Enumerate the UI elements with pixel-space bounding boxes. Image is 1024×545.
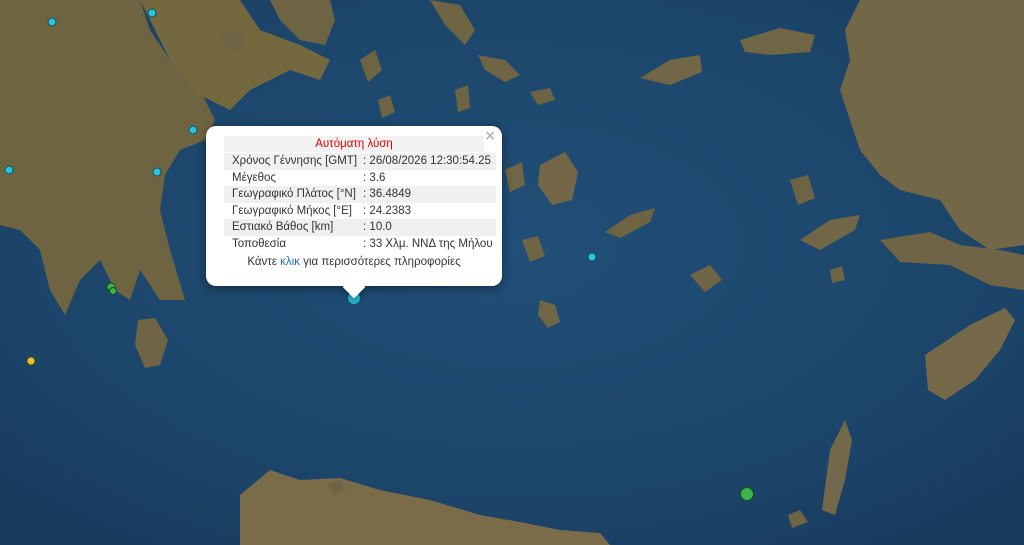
info-label: Μέγεθος bbox=[232, 171, 276, 184]
quake-marker-green-large[interactable] bbox=[740, 487, 754, 501]
info-row-latitude: Γεωγραφικό Πλάτος [°N] : 36.4849 bbox=[224, 186, 496, 203]
info-row-magnitude: Μέγεθος : 3.6 bbox=[224, 170, 496, 187]
info-row-origin-time: Χρόνος Γέννησης [GMT] : 26/08/2026 12:30… bbox=[224, 153, 496, 170]
info-value: : 36.4849 bbox=[360, 186, 496, 203]
info-value: : 10.0 bbox=[360, 219, 496, 236]
info-row-longitude: Γεωγραφικό Μήκος [°E] : 24.2383 bbox=[224, 203, 496, 220]
more-info-line: Κάντε κλικ για περισσότερες πληροφορίες bbox=[224, 254, 484, 270]
quake-marker-cyan[interactable] bbox=[147, 8, 157, 18]
info-value: : 33 Χλμ. ΝΝΔ της Μήλου bbox=[363, 237, 493, 250]
quake-marker-cyan[interactable] bbox=[4, 165, 14, 175]
info-label: Εστιακό Βάθος [km] bbox=[224, 219, 361, 236]
quake-marker-green[interactable] bbox=[109, 287, 117, 295]
more-info-link[interactable]: κλικ bbox=[280, 256, 300, 268]
quake-marker-yellow[interactable] bbox=[26, 356, 36, 366]
info-row-location: Τοποθεσία : 33 Χλμ. ΝΝΔ της Μήλου bbox=[224, 236, 496, 253]
info-label: Τοποθεσία bbox=[232, 237, 286, 250]
quake-info-popup: × Αυτόματη λύση Χρόνος Γέννησης [GMT] : … bbox=[206, 126, 502, 299]
info-row-depth: Εστιακό Βάθος [km] : 10.0 bbox=[224, 219, 496, 236]
info-value: : 3.6 bbox=[363, 171, 386, 184]
info-label: Γεωγραφικό Πλάτος [°N] bbox=[224, 186, 361, 203]
info-label: Χρόνος Γέννησης [GMT] bbox=[224, 153, 361, 170]
map-canvas[interactable] bbox=[0, 0, 1024, 545]
more-info-suffix: για περισσότερες πληροφορίες bbox=[303, 256, 461, 268]
quake-marker-cyan[interactable] bbox=[587, 252, 597, 262]
popup-title: Αυτόματη λύση bbox=[224, 136, 484, 152]
quake-marker-cyan[interactable] bbox=[188, 125, 198, 135]
quake-info-table: Χρόνος Γέννησης [GMT] : 26/08/2026 12:30… bbox=[224, 153, 496, 252]
close-icon[interactable]: × bbox=[484, 128, 496, 144]
quake-marker-cyan[interactable] bbox=[47, 17, 57, 27]
info-value: : 26/08/2026 12:30:54.25 bbox=[360, 153, 496, 170]
more-info-prefix: Κάντε bbox=[247, 256, 277, 268]
info-value: : 24.2383 bbox=[363, 204, 411, 217]
quake-marker-cyan[interactable] bbox=[152, 167, 162, 177]
info-label: Γεωγραφικό Μήκος [°E] bbox=[232, 204, 352, 217]
